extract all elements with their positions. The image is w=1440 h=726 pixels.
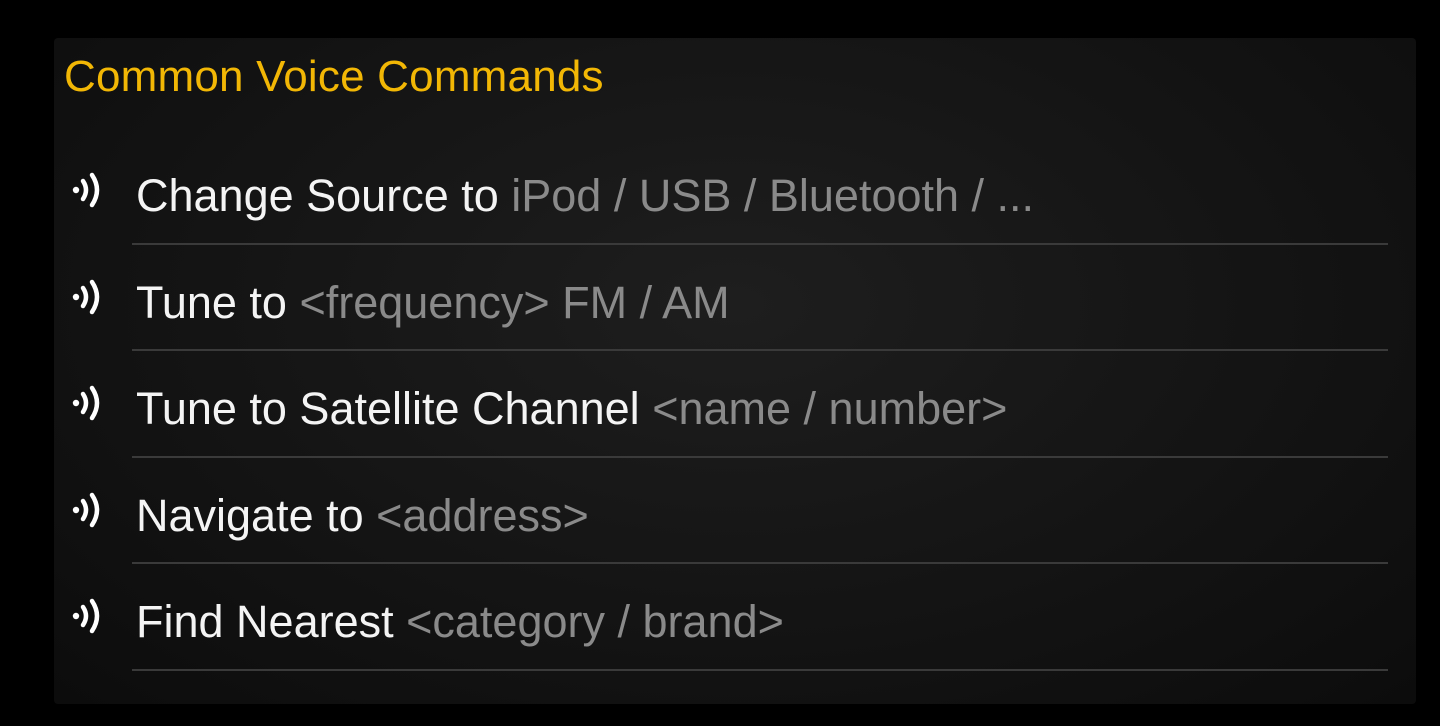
command-phrase: Tune to	[136, 276, 287, 328]
voice-command-icon	[72, 492, 100, 527]
panel-title: Common Voice Commands	[64, 52, 604, 101]
command-parameter: <address>	[376, 489, 589, 541]
row-divider	[132, 668, 1388, 671]
voice-command-list: Change Source to iPod / USB / Bluetooth …	[54, 138, 1416, 671]
voice-command-text: Tune to Satellite Channel <name / number…	[136, 383, 1007, 435]
command-parameter: <name / number>	[652, 383, 1008, 434]
voice-command-text: Find Nearest <category / brand>	[136, 596, 784, 648]
voice-command-icon	[72, 598, 100, 634]
command-phrase: Tune to Satellite Channel	[136, 383, 640, 434]
voice-command-item[interactable]: Tune to <frequency> FM / AM	[54, 245, 1416, 351]
command-parameter: <frequency> FM / AM	[299, 276, 730, 328]
voice-command-icon	[72, 385, 100, 421]
voice-commands-panel: Common Voice Commands Change Source to i…	[54, 38, 1416, 704]
voice-command-item[interactable]: Navigate to <address>	[54, 458, 1416, 564]
voice-command-text: Tune to <frequency> FM / AM	[136, 277, 730, 329]
voice-command-icon	[72, 172, 100, 208]
command-parameter: iPod / USB / Bluetooth / ...	[511, 170, 1035, 221]
command-phrase: Navigate to	[136, 489, 364, 541]
voice-command-icon	[72, 279, 100, 314]
voice-command-text: Change Source to iPod / USB / Bluetooth …	[136, 170, 1034, 222]
command-phrase: Change Source to	[136, 170, 499, 221]
voice-command-item[interactable]: Tune to Satellite Channel <name / number…	[54, 351, 1416, 458]
command-phrase: Find Nearest	[136, 596, 394, 647]
voice-command-item[interactable]: Find Nearest <category / brand>	[54, 564, 1416, 671]
voice-command-text: Navigate to <address>	[136, 490, 589, 542]
command-parameter: <category / brand>	[406, 596, 784, 647]
voice-command-item[interactable]: Change Source to iPod / USB / Bluetooth …	[54, 138, 1416, 245]
